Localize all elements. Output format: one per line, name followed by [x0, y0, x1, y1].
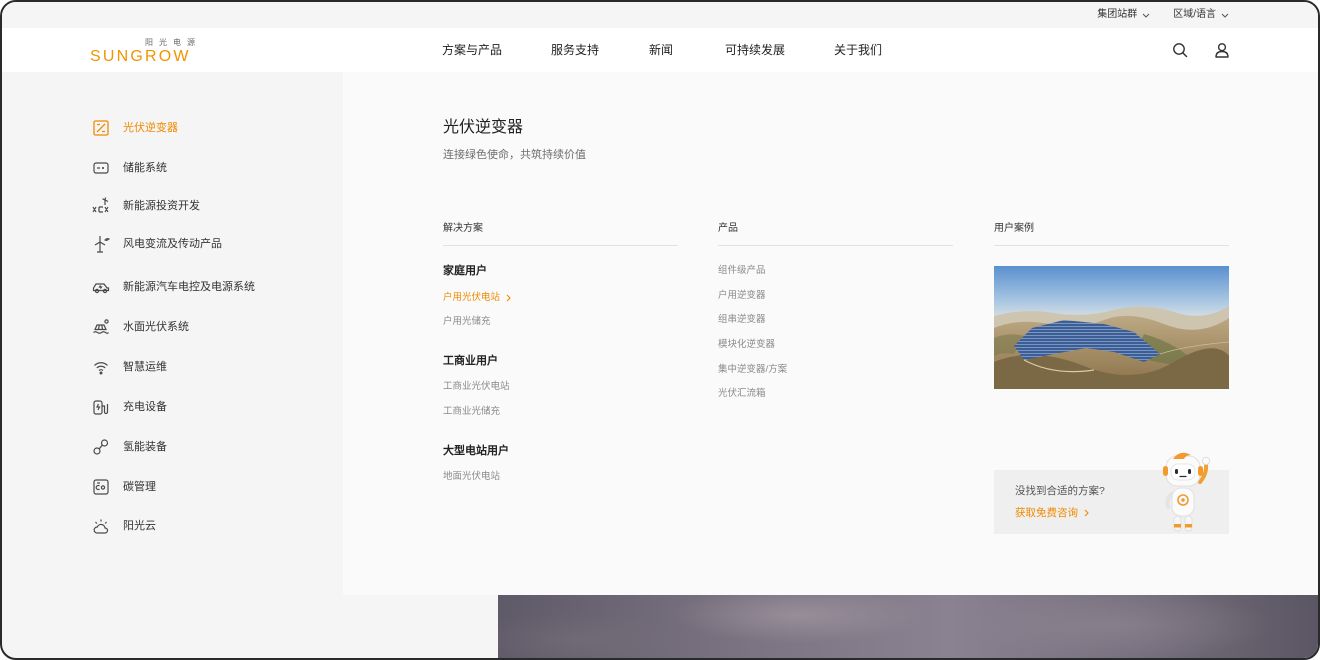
link-ground-mounted-pv[interactable]: 地面光伏电站	[443, 471, 500, 483]
sidebar-item-floating-pv[interactable]: 水面光伏系统	[92, 316, 189, 338]
sidebar-item-energy-storage[interactable]: 储能系统	[92, 157, 167, 179]
link-label: 工商业光储充	[443, 406, 501, 417]
nav-news[interactable]: 新闻	[649, 43, 673, 57]
mega-menu-panel: 光伏逆变器 连接绿色使命，共筑持续价值 解决方案 家庭用户 户用光伏电站 户用光…	[343, 72, 1318, 595]
renewable-investment-icon	[92, 197, 109, 213]
sidebar-item-pv-inverter[interactable]: 光伏逆变器	[92, 117, 178, 139]
panel-title: 光伏逆变器	[443, 119, 524, 136]
hero-banner-image	[498, 595, 1318, 658]
ev-charger-icon	[93, 400, 109, 415]
product-link[interactable]: 模块化逆变器	[718, 339, 775, 351]
sidebar-item-carbon-management[interactable]: 碳管理	[92, 476, 156, 498]
carbon-management-icon	[93, 479, 109, 495]
product-link[interactable]: 组件级产品	[718, 265, 766, 277]
product-link[interactable]: 光伏汇流箱	[718, 388, 766, 400]
group-sites-dropdown[interactable]: 集团站群	[1097, 9, 1150, 21]
products-heading: 产品	[718, 223, 738, 234]
product-link[interactable]: 集中逆变器/方案	[718, 364, 787, 376]
user-cases-heading: 用户案例	[994, 223, 1034, 234]
group-title-commercial-industrial: 工商业用户	[443, 355, 498, 367]
sidebar-item-label: 储能系统	[123, 162, 167, 174]
category-sidebar: 光伏逆变器 储能系统 新能源投资开发 风电变流及传动产品 新能源汽车电控及电源系…	[2, 72, 343, 595]
link-residential-pv[interactable]: 户用光伏电站	[443, 292, 511, 304]
search-icon	[1173, 43, 1188, 58]
group-title-utility-scale: 大型电站用户	[443, 445, 509, 457]
page-viewport: 集团站群 区域/语言 阳光电源 SUNGROW 方案与产品 服务支持 新闻 可持…	[0, 0, 1320, 660]
sidebar-item-label: 水面光伏系统	[123, 321, 189, 333]
sidebar-item-label: 智慧运维	[123, 361, 167, 373]
chevron-down-icon	[1142, 13, 1150, 18]
logo-chinese-name: 阳光电源	[145, 38, 201, 47]
energy-storage-icon	[93, 162, 109, 174]
sidebar-item-hydrogen[interactable]: 氢能装备	[92, 436, 167, 458]
sidebar-item-label: 氢能装备	[123, 441, 167, 453]
user-cases-column: 用户案例 没找到合适的方案? 获取免费咨询	[994, 223, 1229, 595]
search-button[interactable]	[1172, 42, 1188, 58]
link-label: 户用光伏电站	[443, 292, 501, 303]
region-language-dropdown[interactable]: 区域/语言	[1173, 9, 1229, 21]
user-icon	[1215, 43, 1229, 58]
link-label: 工商业光伏电站	[443, 381, 510, 392]
sidebar-item-smart-om[interactable]: 智慧运维	[92, 356, 167, 378]
link-residential-pv-storage-charging[interactable]: 户用光储充	[443, 316, 491, 328]
products-column: 产品 组件级产品 户用逆变器 组串逆变器 模块化逆变器 集中逆变器/方案 光伏汇…	[718, 223, 953, 595]
sidebar-item-ev-charger[interactable]: 充电设备	[92, 396, 167, 418]
case-study-image[interactable]	[994, 266, 1229, 389]
product-link[interactable]: 组串逆变器	[718, 314, 766, 326]
logo-wordmark: SUNGROW	[90, 48, 191, 65]
utility-links: 集团站群 区域/语言	[1097, 2, 1229, 28]
link-label: 户用光储充	[443, 316, 491, 327]
nav-sustainability[interactable]: 可持续发展	[725, 43, 785, 57]
pv-inverter-icon	[93, 120, 109, 136]
utility-bar: 集团站群 区域/语言	[2, 2, 1318, 28]
main-header: 阳光电源 SUNGROW 方案与产品 服务支持 新闻 可持续发展 关于我们	[2, 28, 1318, 72]
solutions-column: 解决方案 家庭用户 户用光伏电站 户用光储充 工商业用户 工商业光伏电站 工商业…	[443, 223, 678, 595]
cloud-icon	[93, 519, 109, 534]
smart-om-icon	[94, 362, 108, 375]
product-link[interactable]: 户用逆变器	[718, 290, 766, 302]
hydrogen-icon	[93, 439, 109, 455]
column-divider	[994, 245, 1229, 246]
sidebar-item-sungrow-cloud[interactable]: 阳光云	[92, 515, 156, 537]
user-account-button[interactable]	[1214, 42, 1230, 58]
wind-turbine-icon	[94, 236, 110, 253]
electric-vehicle-icon	[92, 283, 110, 294]
link-ci-pv[interactable]: 工商业光伏电站	[443, 381, 510, 393]
nav-service-support[interactable]: 服务支持	[551, 43, 599, 57]
free-consultation-link[interactable]: 获取免费咨询	[1015, 506, 1089, 520]
region-language-label: 区域/语言	[1173, 9, 1216, 20]
sidebar-item-label: 新能源汽车电控及电源系统	[123, 281, 255, 293]
consultation-cta: 没找到合适的方案? 获取免费咨询	[994, 452, 1229, 534]
group-sites-label: 集团站群	[1097, 9, 1138, 20]
panel-subtitle: 连接绿色使命，共筑持续价值	[443, 149, 586, 161]
solutions-heading: 解决方案	[443, 223, 483, 234]
chevron-down-icon	[1221, 13, 1229, 18]
nav-solutions-products[interactable]: 方案与产品	[442, 43, 502, 57]
cta-question: 没找到合适的方案?	[1015, 485, 1105, 497]
solar-farm-photo	[994, 266, 1229, 389]
sidebar-item-wind-power[interactable]: 风电变流及传动产品	[92, 233, 222, 255]
group-title-residential: 家庭用户	[443, 265, 487, 277]
sidebar-item-label: 光伏逆变器	[123, 122, 178, 134]
link-ci-pv-storage-charging[interactable]: 工商业光储充	[443, 406, 500, 418]
sidebar-item-label: 新能源投资开发	[123, 200, 200, 212]
sidebar-item-label: 阳光云	[123, 520, 156, 532]
link-label: 地面光伏电站	[443, 471, 501, 482]
chevron-right-icon	[506, 294, 511, 302]
chevron-right-icon	[1084, 509, 1089, 517]
sidebar-item-label: 风电变流及传动产品	[123, 238, 222, 250]
column-divider	[718, 245, 953, 246]
column-divider	[443, 245, 678, 246]
sidebar-item-label: 碳管理	[123, 481, 156, 493]
nav-about-us[interactable]: 关于我们	[834, 43, 882, 57]
sidebar-item-ev-powertrain[interactable]: 新能源汽车电控及电源系统	[92, 276, 255, 298]
sidebar-item-label: 充电设备	[123, 401, 167, 413]
sungrow-logo[interactable]: 阳光电源 SUNGROW	[90, 36, 196, 66]
floating-pv-icon	[93, 319, 109, 334]
sidebar-item-renewable-investment[interactable]: 新能源投资开发	[92, 195, 200, 217]
mascot-robot-illustration	[1160, 450, 1212, 535]
cta-action-label: 获取免费咨询	[1015, 507, 1078, 519]
